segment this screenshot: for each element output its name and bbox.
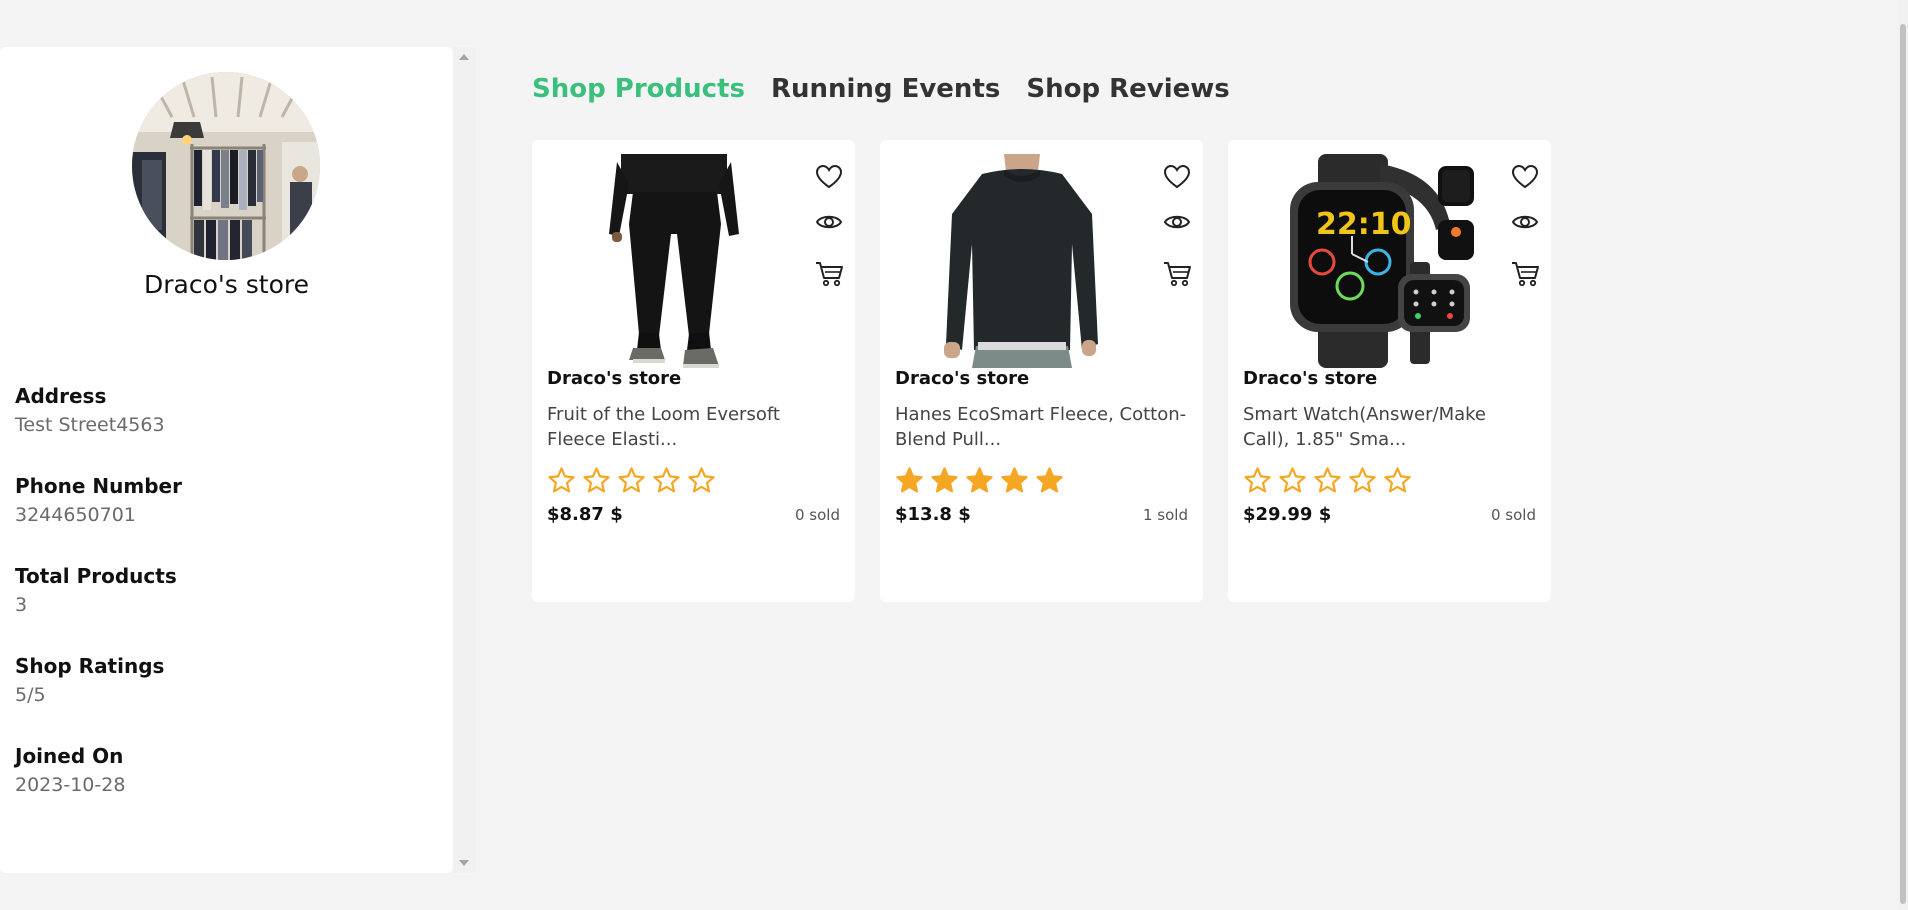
total-products-info: Total Products 3 [15, 564, 177, 616]
heart-icon[interactable] [1510, 162, 1540, 192]
product-name[interactable]: Fruit of the Loom Eversoft Fleece Elasti… [547, 402, 842, 452]
total-products-label: Total Products [15, 564, 177, 588]
page-scrollbar-thumb[interactable] [1900, 24, 1906, 904]
phone-value: 3244650701 [15, 504, 136, 526]
star-filled-icon [966, 467, 993, 493]
product-image-smart-watch[interactable]: 22:10 [1240, 154, 1500, 368]
product-store-name[interactable]: Draco's store [895, 368, 1029, 389]
star-outline-icon [548, 467, 575, 493]
scroll-down-arrow-icon[interactable] [459, 860, 469, 866]
star-outline-icon [1349, 467, 1376, 493]
product-card[interactable]: 22:10 Draco's store Smart Watch(Answer/M… [1228, 140, 1551, 602]
joined-on-value: 2023-10-28 [15, 774, 126, 796]
cart-icon[interactable] [814, 258, 844, 288]
star-filled-icon [1036, 467, 1063, 493]
star-outline-icon [653, 467, 680, 493]
product-sold-count: 0 sold [795, 506, 840, 524]
product-sold-count: 0 sold [1491, 506, 1536, 524]
product-rating [547, 466, 716, 495]
tab-shop-reviews[interactable]: Shop Reviews [1026, 74, 1229, 104]
star-outline-icon [1279, 467, 1306, 493]
product-image-sweatshirt[interactable] [892, 154, 1152, 368]
star-filled-icon [1001, 467, 1028, 493]
joined-on-label: Joined On [15, 744, 124, 768]
shop-ratings-label: Shop Ratings [15, 654, 165, 678]
star-filled-icon [896, 467, 923, 493]
scroll-up-arrow-icon[interactable] [459, 54, 469, 60]
sidebar-scrollbar[interactable] [453, 47, 476, 873]
product-sold-count: 1 sold [1143, 506, 1188, 524]
product-card[interactable]: Draco's store Fruit of the Loom Eversoft… [532, 140, 855, 602]
star-filled-icon [931, 467, 958, 493]
star-outline-icon [1244, 467, 1271, 493]
shop-avatar [132, 72, 320, 260]
shop-ratings-info: Shop Ratings 5/5 [15, 654, 164, 706]
product-price: $13.8 $ [895, 504, 971, 525]
address-label: Address [15, 384, 107, 408]
shop-ratings-value: 5/5 [15, 684, 46, 706]
product-rating [895, 466, 1064, 495]
page-scrollbar[interactable] [1898, 0, 1908, 910]
star-outline-icon [583, 467, 610, 493]
total-products-value: 3 [15, 594, 28, 616]
eye-icon[interactable] [814, 207, 844, 237]
product-image-sweatpants[interactable] [544, 154, 804, 368]
shop-info-sidebar: Draco's store Address Test Street4563 Ph… [0, 47, 453, 873]
star-outline-icon [618, 467, 645, 493]
product-rating [1243, 466, 1412, 495]
product-card[interactable]: Draco's store Hanes EcoSmart Fleece, Cot… [880, 140, 1203, 602]
heart-icon[interactable] [1162, 162, 1192, 192]
eye-icon[interactable] [1510, 207, 1540, 237]
product-store-name[interactable]: Draco's store [1243, 368, 1377, 389]
cart-icon[interactable] [1162, 258, 1192, 288]
address-info: Address Test Street4563 [15, 384, 165, 436]
svg-text:22:10: 22:10 [1316, 207, 1412, 242]
joined-on-info: Joined On 2023-10-28 [15, 744, 125, 796]
shop-tabs: Shop Products Running Events Shop Review… [532, 74, 1230, 104]
tab-shop-products[interactable]: Shop Products [532, 74, 745, 104]
product-name[interactable]: Smart Watch(Answer/Make Call), 1.85" Sma… [1243, 402, 1538, 452]
product-store-name[interactable]: Draco's store [547, 368, 681, 389]
cart-icon[interactable] [1510, 258, 1540, 288]
star-outline-icon [688, 467, 715, 493]
eye-icon[interactable] [1162, 207, 1192, 237]
phone-info: Phone Number 3244650701 [15, 474, 182, 526]
product-price: $29.99 $ [1243, 504, 1332, 525]
product-name[interactable]: Hanes EcoSmart Fleece, Cotton-Blend Pull… [895, 402, 1190, 452]
tab-running-events[interactable]: Running Events [771, 74, 1000, 104]
shop-name: Draco's store [144, 270, 309, 299]
phone-label: Phone Number [15, 474, 182, 498]
product-price: $8.87 $ [547, 504, 623, 525]
star-outline-icon [1314, 467, 1341, 493]
address-value: Test Street4563 [15, 414, 165, 436]
heart-icon[interactable] [814, 162, 844, 192]
star-outline-icon [1384, 467, 1411, 493]
